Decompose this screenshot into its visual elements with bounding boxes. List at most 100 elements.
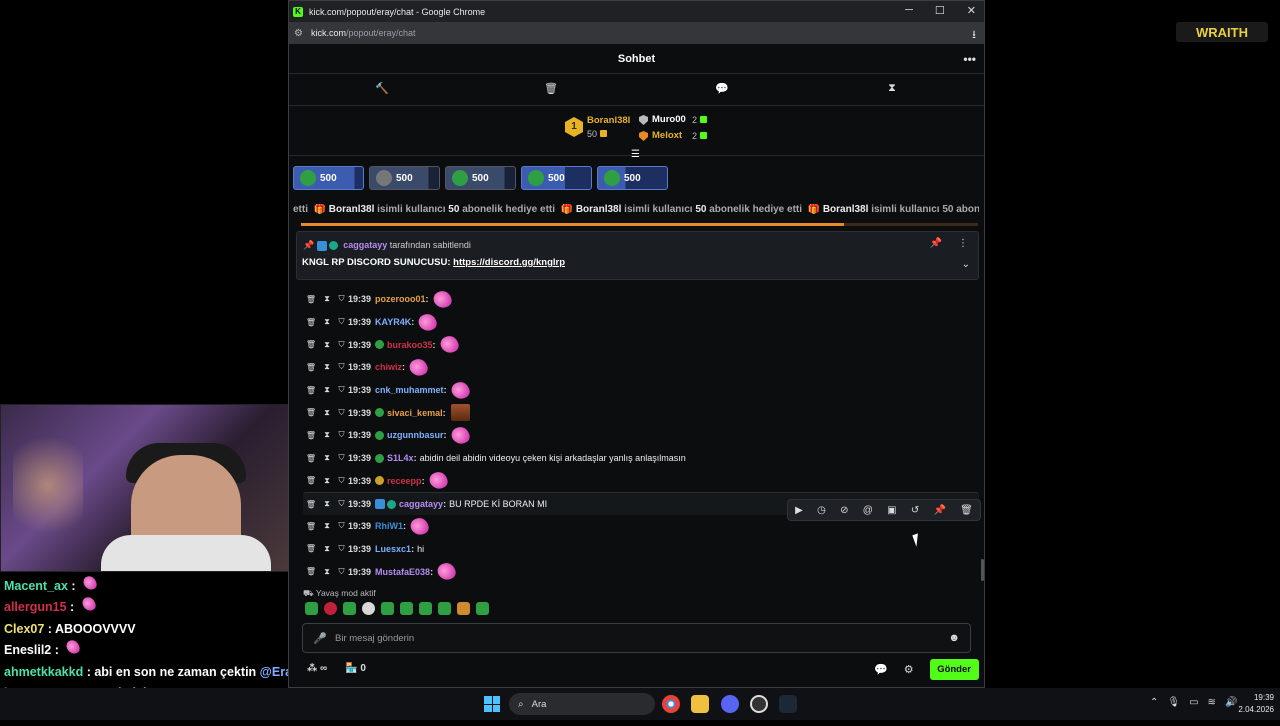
hourglass-icon[interactable]: ⧗ (319, 385, 335, 395)
chat-message-row[interactable]: 🗑 ⧗ ⛉ 19:39 chiwiz: (303, 356, 979, 379)
emote-icon[interactable] (419, 602, 432, 615)
chat-message-row[interactable]: 🗑 ⧗ ⛉ 19:39 cnk_muhammet: (303, 378, 979, 402)
chevron-up-icon[interactable]: ⌃ (1150, 697, 1158, 708)
message-username[interactable]: caggatayy (399, 499, 443, 509)
chat-message-row[interactable]: 🗑 ⧗ ⛉ 19:39 S1L4x: abidin deil abidin videoyu… (303, 447, 979, 470)
emote-icon[interactable] (324, 602, 337, 615)
delete-icon[interactable]: 🗑 (303, 544, 319, 553)
ban-hammer-icon[interactable]: 🔨 (372, 82, 392, 98)
gift-pill[interactable]: 500 (369, 166, 440, 190)
kebab-menu-icon[interactable]: ⋮ (958, 238, 968, 249)
discord-app-icon[interactable] (721, 695, 739, 713)
undo-icon[interactable]: ↺ (911, 505, 919, 516)
emote-icon[interactable] (305, 602, 318, 615)
hourglass-icon[interactable]: ⧗ (319, 362, 335, 372)
microphone-icon[interactable]: 🎤 (313, 632, 327, 645)
unpin-icon[interactable]: 📌 (930, 238, 942, 249)
unmod-icon[interactable]: ⊘ (840, 505, 848, 516)
minimize-icon[interactable]: ─ (905, 4, 913, 17)
taskbar-search[interactable]: ⌕ Ara (509, 693, 655, 715)
gift-pill[interactable]: 500 (597, 166, 668, 190)
download-icon[interactable]: ⭳ (972, 26, 976, 45)
hourglass-icon[interactable]: ⧗ (319, 544, 335, 554)
delete-icon[interactable]: 🗑 (303, 431, 319, 440)
chat-bubble-icon[interactable]: 💬 (712, 82, 732, 98)
emote-icon[interactable] (476, 602, 489, 615)
collapse-arrow-icon[interactable]: ☰ (631, 149, 640, 160)
delete-icon[interactable]: 🗑 (303, 295, 319, 304)
message-username[interactable]: cnk_muhammet (375, 385, 444, 395)
delete-icon[interactable]: 🗑 (303, 363, 319, 372)
message-username[interactable]: burakoo35 (387, 340, 433, 350)
delete-icon[interactable]: 🗑 (303, 454, 319, 463)
pin-message-icon[interactable]: 📌 (933, 505, 945, 516)
site-settings-icon[interactable]: ⚙ (294, 28, 303, 39)
gift-pill[interactable]: 500 (445, 166, 516, 190)
chat-settings-bubble-icon[interactable]: 💬 (874, 663, 888, 676)
hourglass-icon[interactable]: ⧗ (319, 567, 335, 577)
store-button[interactable]: 🏪 0 (345, 663, 366, 674)
delete-icon[interactable]: 🗑 (303, 567, 319, 576)
hourglass-icon[interactable]: ⧗ (319, 317, 335, 327)
hourglass-icon[interactable]: ⧗ (319, 521, 335, 531)
chat-message-row[interactable]: 🗑 ⧗ ⛉ 19:39 sivaci_kemal: (303, 401, 979, 424)
delete-icon[interactable]: 🗑 (303, 340, 319, 349)
message-username[interactable]: Luesxc1 (375, 544, 411, 554)
emote-icon[interactable] (343, 602, 356, 615)
pinned-user[interactable]: caggatayy (343, 240, 387, 250)
delete-icon[interactable]: 🗑 (303, 476, 319, 485)
hourglass-icon[interactable]: ⧗ (882, 82, 902, 98)
more-options-icon[interactable]: ••• (963, 52, 976, 66)
chat-message-row[interactable]: 🗑 ⧗ ⛉ 19:39 MustafaE038: (303, 560, 979, 583)
pinned-link[interactable]: https://discord.gg/knglrp (453, 257, 565, 268)
hourglass-icon[interactable]: ⧗ (319, 499, 335, 509)
hourglass-icon[interactable]: ⧗ (319, 294, 335, 304)
wifi-icon[interactable]: ≋ (1208, 697, 1216, 708)
obs-app-icon[interactable] (750, 695, 768, 713)
mention-icon[interactable]: @ (863, 505, 873, 516)
send-button[interactable]: Gönder (929, 659, 979, 680)
delete-message-icon[interactable]: 🗑 (960, 505, 973, 516)
close-icon[interactable]: ✕ (967, 4, 976, 17)
steam-app-icon[interactable] (779, 695, 797, 713)
scrollbar[interactable] (981, 559, 984, 581)
delete-icon[interactable]: 🗑 (303, 522, 319, 531)
hourglass-icon[interactable]: ⧗ (319, 340, 335, 350)
maximize-icon[interactable]: ☐ (935, 4, 945, 17)
clock-icon[interactable]: ◷ (817, 505, 826, 516)
chat-message-row[interactable]: 🗑 ⧗ ⛉ 19:39 uzgunnbasur: (303, 424, 979, 447)
delete-icon[interactable]: 🗑 (303, 318, 319, 327)
message-username[interactable]: KAYR4K (375, 317, 411, 327)
chat-message-row[interactable]: 🗑 ⧗ ⛉ 19:39 receepp: (303, 469, 979, 493)
hourglass-icon[interactable]: ⧗ (319, 453, 335, 463)
message-username[interactable]: MustafaE038 (375, 567, 430, 577)
chat-message-row[interactable]: 🗑 ⧗ ⛉ 19:39 pozerooo01: (303, 288, 979, 311)
chat-message-row[interactable]: 🗑 ⧗ ⛉ 19:39 KAYR4K: (303, 310, 979, 334)
message-username[interactable]: sivaci_kemal (387, 408, 443, 418)
delete-icon[interactable]: 🗑 (303, 408, 319, 417)
hourglass-icon[interactable]: ⧗ (319, 430, 335, 440)
emote-icon[interactable] (400, 602, 413, 615)
chevron-down-icon[interactable]: ⌄ (962, 259, 970, 270)
gift-pill[interactable]: 500 (293, 166, 364, 190)
emote-icon[interactable] (438, 602, 451, 615)
taskbar-clock[interactable]: 19:39 2.04.2026 (1226, 692, 1274, 716)
play-icon[interactable]: ▶ (795, 505, 803, 516)
message-username[interactable]: RhiW1 (375, 521, 403, 531)
delete-icon[interactable]: 🗑 (303, 386, 319, 395)
message-username[interactable]: uzgunnbasur (387, 430, 444, 440)
gift-pill[interactable]: 500 (521, 166, 592, 190)
delete-icon[interactable]: 🗑 (541, 82, 561, 98)
address-bar[interactable]: ⚙ kick.com/popout/eray/chat ⭳ (289, 22, 984, 44)
hourglass-icon[interactable]: ⧗ (319, 476, 335, 486)
delete-icon[interactable]: 🗑 (303, 500, 319, 509)
pinned-message[interactable]: 📌 caggatayy tarafından sabitlendi KNGL R… (296, 231, 979, 280)
emote-icon[interactable] (457, 602, 470, 615)
start-button[interactable] (484, 696, 500, 712)
copy-icon[interactable]: ▣ (887, 505, 896, 516)
message-username[interactable]: receepp (387, 476, 422, 486)
message-input-box[interactable]: 🎤 ☻ (302, 623, 971, 653)
emote-icon[interactable] (362, 602, 375, 615)
file-explorer-icon[interactable] (691, 695, 709, 713)
message-username[interactable]: chiwiz (375, 362, 402, 372)
